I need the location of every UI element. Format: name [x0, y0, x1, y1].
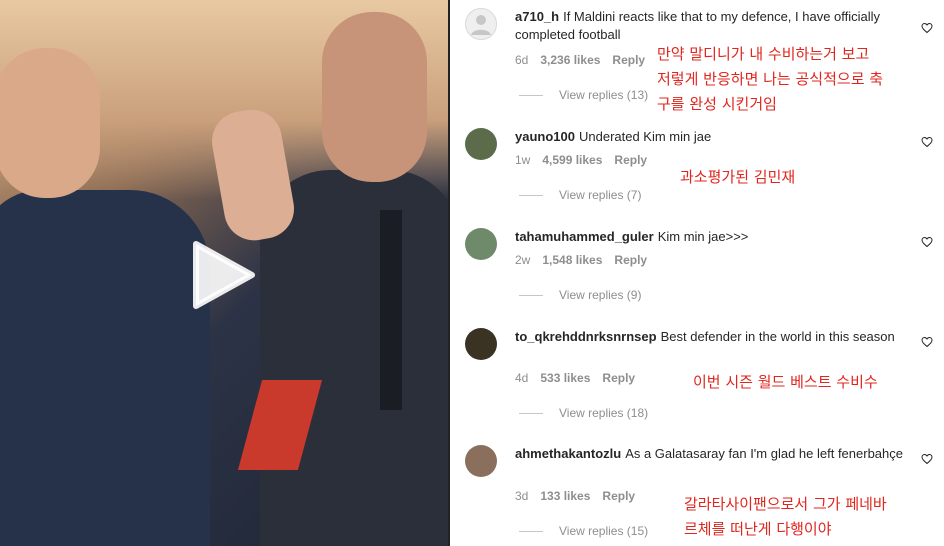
comment-body: Underated Kim min jae: [578, 129, 712, 144]
comment-likes[interactable]: 4,599 likes: [542, 153, 602, 167]
default-avatar-icon: [465, 8, 497, 40]
avatar[interactable]: [465, 8, 497, 40]
comment-meta: 2w 1,548 likes Reply: [515, 253, 659, 267]
avatar[interactable]: [465, 128, 497, 160]
translation-line: 갈라타사이팬으로서 그가 페네바: [684, 495, 887, 513]
reply-button[interactable]: Reply: [612, 53, 645, 67]
view-replies-button[interactable]: View replies (9): [519, 288, 641, 302]
translation-text: 이번 시즌 월드 베스트 수비수: [693, 370, 878, 395]
comment-time[interactable]: 2w: [515, 253, 530, 267]
heart-icon[interactable]: [921, 336, 933, 348]
comment-username[interactable]: ahmethakantozlu: [515, 446, 621, 461]
heart-icon[interactable]: [921, 236, 933, 248]
comment-meta: 6d 3,236 likes Reply: [515, 53, 657, 67]
comment-body: If Maldini reacts like that to my defenc…: [515, 9, 881, 42]
comment-text: ahmethakantozlu As a Galatasaray fan I'm …: [515, 445, 910, 463]
comment-text: tahamuhammed_guler Kim min jae>>>: [515, 228, 910, 246]
comment-time[interactable]: 1w: [515, 153, 530, 167]
comment-meta: 3d 133 likes Reply: [515, 489, 647, 503]
translation-line: 이번 시즌 월드 베스트 수비수: [693, 373, 878, 391]
video-person-right-head: [322, 12, 427, 182]
comment-time[interactable]: 3d: [515, 489, 528, 503]
view-replies-label: View replies (15): [559, 524, 649, 538]
replies-line: [519, 531, 543, 533]
translation-text: 갈라타사이팬으로서 그가 페네바 르체를 떠난게 다행이야: [684, 492, 887, 542]
view-replies-button[interactable]: View replies (15): [519, 524, 648, 538]
replies-line: [519, 413, 543, 415]
video-tie: [380, 210, 402, 410]
comment-username[interactable]: to_qkrehddnrksnrnsep: [515, 329, 657, 344]
comment-text: yauno100 Underated Kim min jae: [515, 128, 910, 146]
comment-username[interactable]: yauno100: [515, 129, 575, 144]
heart-icon[interactable]: [921, 22, 933, 34]
translation-line: 저렇게 반응하면 나는 공식적으로 축: [657, 70, 884, 88]
view-replies-button[interactable]: View replies (13): [519, 88, 648, 102]
view-replies-button[interactable]: View replies (18): [519, 406, 648, 420]
avatar[interactable]: [465, 445, 497, 477]
video-player[interactable]: [0, 0, 448, 546]
comment-body: As a Galatasaray fan I'm glad he left fe…: [625, 446, 903, 461]
translation-line: 르체를 떠난게 다행이야: [684, 520, 832, 538]
heart-icon[interactable]: [921, 136, 933, 148]
panel-divider: [448, 0, 450, 546]
comment-body: Best defender in the world in this seaso…: [660, 329, 895, 344]
comment-body: Kim min jae>>>: [657, 229, 749, 244]
avatar[interactable]: [465, 228, 497, 260]
reply-button[interactable]: Reply: [602, 371, 635, 385]
comment-likes[interactable]: 1,548 likes: [542, 253, 602, 267]
comment-time[interactable]: 4d: [515, 371, 528, 385]
replies-line: [519, 195, 543, 197]
comment-text: to_qkrehddnrksnrnsep Best defender in the…: [515, 328, 910, 346]
replies-line: [519, 95, 543, 97]
comment-meta: 1w 4,599 likes Reply: [515, 153, 659, 167]
translation-line: 구를 완성 시킨거임: [657, 95, 777, 113]
comment-meta: 4d 533 likes Reply: [515, 371, 647, 385]
comment-text: a710_h If Maldini reacts like that to my …: [515, 8, 910, 44]
comment-time[interactable]: 6d: [515, 53, 528, 67]
replies-line: [519, 295, 543, 297]
comment-username[interactable]: a710_h: [515, 9, 559, 24]
video-person-left-head: [0, 48, 100, 198]
view-replies-label: View replies (18): [559, 406, 649, 420]
translation-text: 과소평가된 김민재: [680, 165, 795, 190]
view-replies-label: View replies (7): [559, 188, 642, 202]
view-replies-button[interactable]: View replies (7): [519, 188, 641, 202]
avatar[interactable]: [465, 328, 497, 360]
translation-text: 만약 말디니가 내 수비하는거 보고 저렇게 반응하면 나는 공식적으로 축 구…: [657, 42, 883, 117]
translation-line: 과소평가된 김민재: [680, 168, 796, 186]
play-icon[interactable]: [188, 240, 258, 310]
comment-likes[interactable]: 533 likes: [540, 371, 590, 385]
video-person-left: [0, 190, 210, 546]
reply-button[interactable]: Reply: [602, 489, 635, 503]
reply-button[interactable]: Reply: [614, 253, 647, 267]
comment-likes[interactable]: 3,236 likes: [540, 53, 600, 67]
translation-line: 만약 말디니가 내 수비하는거 보고: [657, 45, 870, 63]
view-replies-label: View replies (13): [559, 88, 649, 102]
reply-button[interactable]: Reply: [614, 153, 647, 167]
comment-username[interactable]: tahamuhammed_guler: [515, 229, 654, 244]
view-replies-label: View replies (9): [559, 288, 642, 302]
heart-icon[interactable]: [921, 453, 933, 465]
comment-likes[interactable]: 133 likes: [540, 489, 590, 503]
